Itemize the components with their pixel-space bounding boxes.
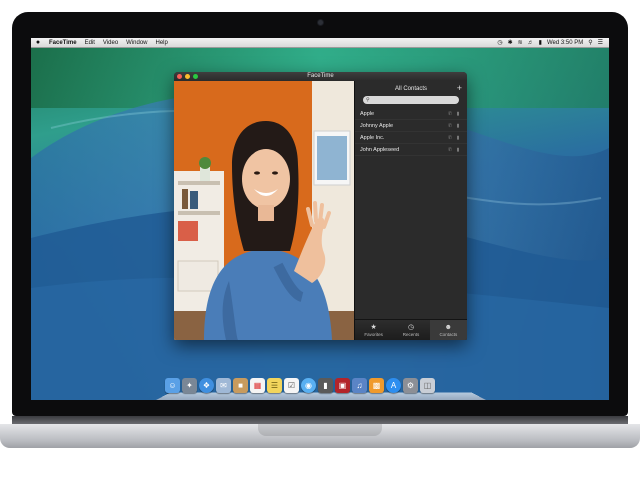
safari-icon[interactable]: ❖ bbox=[199, 378, 214, 393]
tab-label: Favorites bbox=[364, 331, 383, 337]
tab-favorites[interactable]: ★ Favorites bbox=[355, 320, 392, 340]
contacts-header: All Contacts + bbox=[355, 81, 467, 96]
person-icon: ☻ bbox=[444, 323, 452, 331]
contact-search-input[interactable]: ⚲ bbox=[363, 96, 459, 104]
contact-list: Apple ✆ ▮ Johnny Apple ✆ ▮ Apple Inc. ✆ … bbox=[355, 108, 467, 156]
finder-icon[interactable]: ☺ bbox=[165, 378, 180, 393]
laptop-hinge bbox=[12, 416, 628, 424]
launchpad-icon[interactable]: ✦ bbox=[182, 378, 197, 393]
video-camera-icon[interactable]: ▮ bbox=[454, 135, 462, 141]
contacts-header-title: All Contacts bbox=[394, 85, 427, 92]
volume-icon[interactable]: ♬ bbox=[528, 40, 534, 46]
phone-icon[interactable]: ✆ bbox=[446, 123, 454, 129]
zoom-button[interactable] bbox=[193, 74, 198, 79]
add-contact-button[interactable]: + bbox=[457, 83, 462, 93]
trash-icon[interactable]: ◫ bbox=[420, 378, 435, 393]
caller-video bbox=[174, 81, 354, 340]
itunes-icon[interactable]: ♫ bbox=[352, 378, 367, 393]
dock-shelf bbox=[156, 392, 486, 400]
contact-row[interactable]: Johnny Apple ✆ ▮ bbox=[355, 120, 467, 132]
star-icon: ★ bbox=[370, 323, 377, 331]
menu-video[interactable]: Video bbox=[99, 40, 122, 46]
tab-contacts[interactable]: ☻ Contacts bbox=[429, 320, 467, 340]
contact-row[interactable]: John Appleseed ✆ ▮ bbox=[355, 144, 467, 156]
menu-bar: ● FaceTime Edit Video Window Help ◷ ✱ ≋ … bbox=[31, 38, 609, 48]
notification-center-icon[interactable]: ☰ bbox=[598, 39, 603, 46]
menu-help[interactable]: Help bbox=[152, 40, 172, 46]
contacts-panel: All Contacts + ⚲ Apple ✆ ▮ Johnny Apple … bbox=[354, 81, 467, 340]
video-camera-icon[interactable]: ▮ bbox=[454, 147, 462, 153]
phone-icon[interactable]: ✆ bbox=[446, 135, 454, 141]
photo-booth-icon[interactable]: ▣ bbox=[335, 378, 350, 393]
clock[interactable]: Wed 3:50 PM bbox=[547, 40, 583, 46]
spotlight-icon[interactable]: ⚲ bbox=[588, 39, 592, 46]
bluetooth-icon[interactable]: ✱ bbox=[508, 39, 513, 46]
clock-icon: ◷ bbox=[407, 323, 415, 331]
search-icon: ⚲ bbox=[366, 97, 370, 103]
traffic-lights bbox=[177, 74, 198, 79]
minimize-button[interactable] bbox=[185, 74, 190, 79]
window-titlebar[interactable]: FaceTime bbox=[174, 72, 467, 81]
notes-icon[interactable]: ☰ bbox=[267, 378, 282, 393]
contact-name: John Appleseed bbox=[360, 146, 400, 153]
facetime-window: FaceTime All Contacts + ⚲ Apple ✆ ▮ John… bbox=[174, 72, 467, 340]
video-camera-icon[interactable]: ▮ bbox=[454, 111, 462, 117]
contact-name: Johnny Apple bbox=[360, 122, 394, 129]
battery-icon[interactable]: ▮ bbox=[539, 39, 542, 46]
video-camera-icon[interactable]: ▮ bbox=[454, 123, 462, 129]
calendar-icon[interactable]: ▦ bbox=[250, 378, 265, 393]
screen: ● FaceTime Edit Video Window Help ◷ ✱ ≋ … bbox=[31, 38, 609, 400]
tab-label: Contacts bbox=[439, 331, 458, 337]
facetime-icon[interactable]: ▮ bbox=[318, 378, 333, 393]
contact-name: Apple Inc. bbox=[360, 134, 385, 141]
contact-row[interactable]: Apple ✆ ▮ bbox=[355, 108, 467, 120]
window-title: FaceTime bbox=[307, 73, 334, 79]
dock-icons: ☺ ✦ ❖ ✉ ■ ▦ ☰ ☑ ◉ ▮ ▣ ♫ ▩ A ⚙ ◫ bbox=[165, 378, 435, 393]
contact-row[interactable]: Apple Inc. ✆ ▮ bbox=[355, 132, 467, 144]
wifi-icon[interactable]: ≋ bbox=[518, 39, 523, 46]
mail-icon[interactable]: ✉ bbox=[216, 378, 231, 393]
dock: ☺ ✦ ❖ ✉ ■ ▦ ☰ ☑ ◉ ▮ ▣ ♫ ▩ A ⚙ ◫ bbox=[156, 378, 486, 400]
app-store-icon[interactable]: A bbox=[386, 378, 401, 393]
ibooks-icon[interactable]: ▩ bbox=[369, 378, 384, 393]
contacts-icon[interactable]: ■ bbox=[233, 378, 248, 393]
system-preferences-icon[interactable]: ⚙ bbox=[403, 378, 418, 393]
contacts-tab-bar: ★ Favorites ◷ Recents ☻ Contacts bbox=[355, 319, 467, 340]
phone-icon[interactable]: ✆ bbox=[446, 111, 454, 117]
time-machine-icon[interactable]: ◷ bbox=[497, 39, 502, 46]
phone-icon[interactable]: ✆ bbox=[446, 147, 454, 153]
menu-extras: ◷ ✱ ≋ ♬ ▮ Wed 3:50 PM ⚲ ☰ bbox=[497, 39, 609, 47]
laptop-notch bbox=[258, 424, 382, 436]
menu-window[interactable]: Window bbox=[122, 40, 151, 46]
menu-edit[interactable]: Edit bbox=[81, 40, 99, 46]
contact-name: Apple bbox=[360, 110, 375, 117]
reminders-icon[interactable]: ☑ bbox=[284, 378, 299, 393]
tab-recents[interactable]: ◷ Recents bbox=[392, 320, 429, 340]
close-button[interactable] bbox=[177, 74, 182, 79]
menu-app-name[interactable]: FaceTime bbox=[45, 40, 81, 46]
webcam bbox=[318, 20, 323, 25]
messages-icon[interactable]: ◉ bbox=[301, 378, 316, 393]
video-preview bbox=[174, 81, 354, 340]
tab-label: Recents bbox=[402, 331, 420, 337]
apple-menu-icon[interactable]: ● bbox=[31, 39, 45, 46]
